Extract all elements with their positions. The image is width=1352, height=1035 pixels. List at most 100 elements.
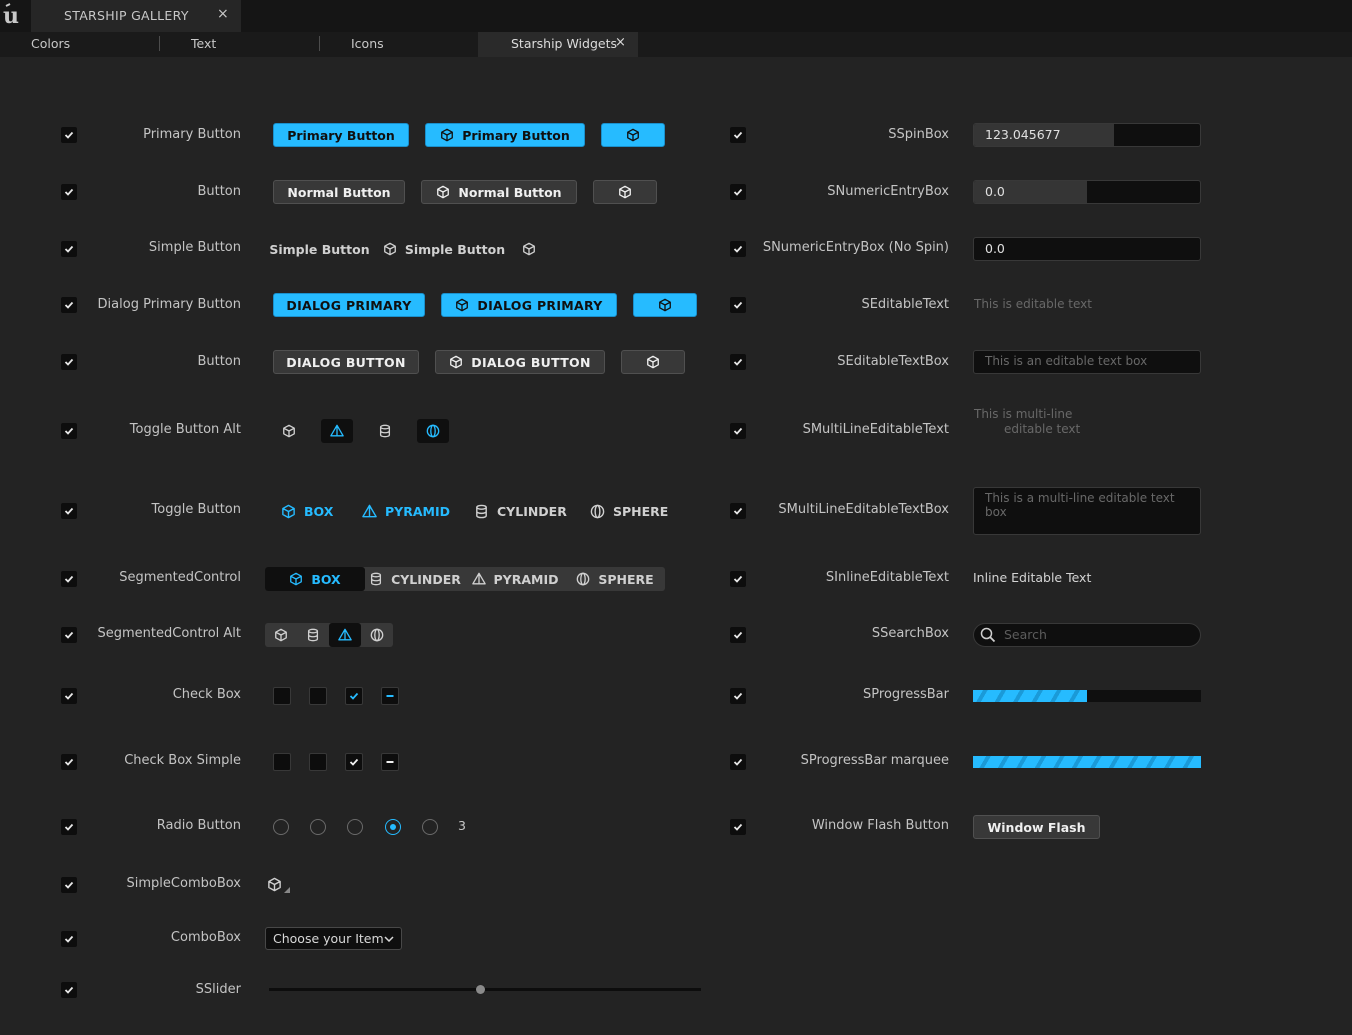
segment-alt-sphere[interactable] <box>361 623 393 647</box>
dialog-button[interactable]: DIALOG BUTTON <box>273 350 419 374</box>
row-enable-checkbox[interactable] <box>730 354 746 370</box>
spin-box[interactable]: 123.045677 <box>973 123 1201 147</box>
row-enable-checkbox[interactable] <box>730 819 746 835</box>
tab-text[interactable]: Text <box>191 32 216 57</box>
slider-handle[interactable] <box>476 985 485 994</box>
dialog-icon-button[interactable]: DIALOG BUTTON <box>435 350 605 374</box>
row-enable-checkbox[interactable] <box>730 503 746 519</box>
row-enable-checkbox[interactable] <box>61 423 77 439</box>
segment-alt-box[interactable] <box>265 623 297 647</box>
segment-cylinder[interactable]: CYLINDER <box>365 567 465 591</box>
editable-text[interactable]: This is editable text <box>974 297 1092 311</box>
slider-track[interactable] <box>269 988 701 991</box>
row-enable-checkbox[interactable] <box>61 819 77 835</box>
dialog-primary-button[interactable]: DIALOG PRIMARY <box>273 293 425 317</box>
checkbox-simple-undetermined[interactable] <box>381 753 399 771</box>
toggle-alt-box[interactable] <box>273 419 305 443</box>
row-enable-checkbox[interactable] <box>61 241 77 257</box>
editable-text-box[interactable]: This is an editable text box <box>973 350 1201 374</box>
segment-sphere[interactable]: SPHERE <box>565 567 665 591</box>
row-enable-checkbox[interactable] <box>730 297 746 313</box>
row-enable-checkbox[interactable] <box>61 571 77 587</box>
normal-icon-button[interactable]: Normal Button <box>421 180 577 204</box>
row-label: Simple Button <box>148 240 241 255</box>
row-enable-checkbox[interactable] <box>730 127 746 143</box>
toggle-button-pyramid[interactable]: PYRAMID <box>362 499 450 523</box>
simple-button[interactable]: Simple Button <box>269 237 369 261</box>
document-tab[interactable]: STARSHIP GALLERY × <box>31 0 241 32</box>
row-enable-checkbox[interactable] <box>730 423 746 439</box>
checkbox-undetermined[interactable] <box>381 687 399 705</box>
radio-button-selected[interactable] <box>385 819 401 835</box>
row-enable-checkbox[interactable] <box>61 503 77 519</box>
inline-editable-text[interactable]: Inline Editable Text <box>973 570 1091 585</box>
primary-icon-button[interactable]: Primary Button <box>425 123 585 147</box>
checkbox-simple-unchecked[interactable] <box>309 753 327 771</box>
multi-line-editable-text[interactable]: This is multi-line editable text <box>974 407 1080 437</box>
primary-button[interactable]: Primary Button <box>273 123 409 147</box>
numeric-entry-box[interactable]: 0.0 <box>973 180 1201 204</box>
checkbox-unchecked[interactable] <box>273 687 291 705</box>
cylinder-icon <box>306 628 320 642</box>
radio-button[interactable] <box>273 819 289 835</box>
close-document-tab-icon[interactable]: × <box>217 6 229 22</box>
normal-icon-only-button[interactable] <box>593 180 657 204</box>
search-box[interactable]: Search <box>973 623 1201 647</box>
numeric-entry-value: 0.0 <box>985 241 1005 256</box>
toggle-alt-cylinder[interactable] <box>369 419 401 443</box>
segment-alt-pyramid[interactable] <box>329 623 361 647</box>
checkbox-simple-unchecked[interactable] <box>273 753 291 771</box>
segment-pyramid[interactable]: PYRAMID <box>465 567 565 591</box>
row-enable-checkbox[interactable] <box>61 627 77 643</box>
primary-icon-only-button[interactable] <box>601 123 665 147</box>
check-icon <box>64 244 74 254</box>
segment-alt-cylinder[interactable] <box>297 623 329 647</box>
combo-box[interactable]: Choose your Item <box>265 927 402 950</box>
close-tab-icon[interactable]: × <box>615 35 626 50</box>
tab-icons[interactable]: Icons <box>351 32 384 57</box>
toggle-button-cylinder[interactable]: CYLINDER <box>474 499 567 523</box>
toggle-button-box[interactable]: BOX <box>281 499 333 523</box>
row-enable-checkbox[interactable] <box>730 754 746 770</box>
row-enable-checkbox[interactable] <box>61 184 77 200</box>
toggle-alt-pyramid[interactable] <box>321 419 353 443</box>
checkbox-unchecked[interactable] <box>309 687 327 705</box>
segment-box[interactable]: BOX <box>265 567 365 591</box>
tab-colors[interactable]: Colors <box>31 32 70 57</box>
row-enable-checkbox[interactable] <box>61 354 77 370</box>
numeric-entry-box-no-spin[interactable]: 0.0 <box>973 237 1201 261</box>
row-enable-checkbox[interactable] <box>61 931 77 947</box>
dialog-primary-icon-button[interactable]: DIALOG PRIMARY <box>441 293 617 317</box>
row-enable-checkbox[interactable] <box>730 627 746 643</box>
row-label: ComboBox <box>170 930 241 945</box>
row-enable-checkbox[interactable] <box>730 688 746 704</box>
dialog-primary-icon-only-button[interactable] <box>633 293 697 317</box>
check-icon <box>349 691 359 701</box>
primary-button-label: Primary Button <box>462 127 570 143</box>
row-enable-checkbox[interactable] <box>730 184 746 200</box>
multi-line-editable-text-box[interactable]: This is a multi-line editable text box <box>973 487 1201 535</box>
row-enable-checkbox[interactable] <box>61 877 77 893</box>
row-enable-checkbox[interactable] <box>61 982 77 998</box>
check-icon <box>64 187 74 197</box>
row-enable-checkbox[interactable] <box>61 688 77 704</box>
window-flash-button[interactable]: Window Flash <box>973 815 1100 839</box>
dialog-icon-only-button[interactable] <box>621 350 685 374</box>
simple-icon-button[interactable]: Simple Button <box>382 237 506 261</box>
tab-starship-widgets[interactable]: Starship Widgets × <box>478 32 638 57</box>
row-enable-checkbox[interactable] <box>61 297 77 313</box>
simple-icon-only-button[interactable] <box>513 237 545 261</box>
row-enable-checkbox[interactable] <box>730 571 746 587</box>
toggle-alt-sphere[interactable] <box>417 419 449 443</box>
toggle-button-sphere[interactable]: SPHERE <box>590 499 668 523</box>
row-enable-checkbox[interactable] <box>61 754 77 770</box>
normal-button[interactable]: Normal Button <box>273 180 405 204</box>
checkbox-checked[interactable] <box>345 687 363 705</box>
checkbox-simple-checked[interactable] <box>345 753 363 771</box>
radio-button[interactable] <box>347 819 363 835</box>
row-enable-checkbox[interactable] <box>730 241 746 257</box>
simple-combo-box[interactable] <box>267 876 293 896</box>
radio-button[interactable] <box>422 819 438 835</box>
row-enable-checkbox[interactable] <box>61 127 77 143</box>
radio-button[interactable] <box>310 819 326 835</box>
